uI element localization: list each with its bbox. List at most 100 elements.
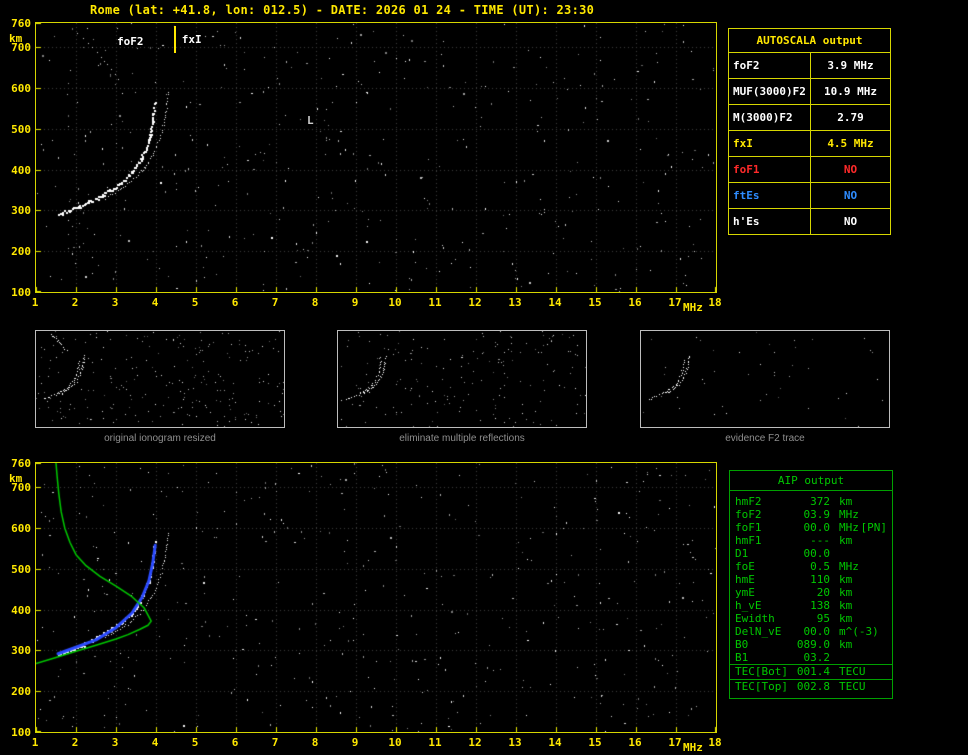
param-name: h'Es bbox=[729, 209, 811, 234]
y-axis-unit-label: km bbox=[9, 472, 23, 485]
aip-value: 03.2 bbox=[803, 651, 831, 664]
panel-original-canvas bbox=[36, 331, 284, 427]
panel-caption: original ionogram resized bbox=[104, 433, 216, 444]
aip-value: 138 bbox=[810, 599, 830, 612]
aip-unit: km bbox=[839, 586, 853, 599]
aip-param: hmF1 bbox=[735, 534, 762, 547]
table-row: DelN_vE 00.0 m^(-3) bbox=[730, 625, 892, 638]
table-row: Ewidth 95 km bbox=[730, 612, 892, 625]
x-tick-label: 10 bbox=[388, 296, 402, 309]
param-name: fxI bbox=[729, 131, 811, 156]
aip-param: foE bbox=[735, 560, 755, 573]
panel-caption: eliminate multiple reflections bbox=[399, 433, 525, 444]
aip-unit: TECU bbox=[839, 680, 866, 693]
x-tick-label: 2 bbox=[71, 296, 79, 309]
aip-param: D1 bbox=[735, 547, 749, 560]
x-tick-label: 5 bbox=[191, 296, 199, 309]
table-row: hmE 110 km bbox=[730, 573, 892, 586]
param-value: 2.79 bbox=[837, 111, 864, 124]
aip-value: 20 bbox=[816, 586, 830, 599]
x-tick-label: 1 bbox=[31, 736, 39, 749]
panel-evidence-canvas bbox=[641, 331, 889, 427]
table-row: M(3000)F2 2.79 bbox=[729, 105, 890, 131]
x-tick-label: 9 bbox=[351, 296, 359, 309]
aip-unit: km bbox=[839, 612, 853, 625]
table-row: fxI 4.5 MHz bbox=[729, 131, 890, 157]
x-tick-label: 8 bbox=[311, 736, 319, 749]
top-ionogram-plot bbox=[35, 22, 717, 293]
param-value: 4.5 MHz bbox=[827, 137, 874, 150]
panel-evidence-f2 bbox=[640, 330, 890, 428]
x-tick-label: 6 bbox=[231, 736, 239, 749]
aip-table-title: AIP output bbox=[730, 471, 892, 491]
aip-value: 95 bbox=[816, 612, 830, 625]
table-row: foF2 3.9 MHz bbox=[729, 53, 890, 79]
x-tick-label: 10 bbox=[388, 736, 402, 749]
x-tick-label: 14 bbox=[548, 296, 562, 309]
y-tick-label: 760 bbox=[11, 457, 31, 470]
aip-value: 00.0 bbox=[803, 547, 831, 560]
aip-value: 03.9 bbox=[803, 508, 831, 521]
aip-param: TEC[Bot] bbox=[735, 665, 788, 678]
aip-note: [PN] bbox=[860, 521, 888, 534]
autoscala-table-title: AUTOSCALA output bbox=[729, 29, 890, 53]
aip-param: hmF2 bbox=[735, 495, 762, 508]
param-name: foF1 bbox=[729, 157, 811, 182]
y-tick-label: 760 bbox=[11, 17, 31, 30]
aip-value: 089.0 bbox=[796, 638, 830, 651]
x-tick-label: 11 bbox=[428, 296, 442, 309]
x-tick-label: 15 bbox=[588, 296, 602, 309]
aip-unit: m^(-3) bbox=[839, 625, 879, 638]
y-tick-label: 600 bbox=[11, 82, 31, 96]
x-tick-label: 2 bbox=[71, 736, 79, 749]
x-axis-unit-label: MHz bbox=[683, 301, 703, 314]
page-title: Rome (lat: +41.8, lon: 012.5) - DATE: 20… bbox=[90, 3, 595, 17]
panel-eliminate-reflections bbox=[337, 330, 587, 428]
aip-unit: km bbox=[839, 534, 853, 547]
aip-value: 002.8 bbox=[796, 680, 830, 693]
fxI-marker-line bbox=[174, 26, 176, 53]
table-row: B0 089.0 km bbox=[730, 638, 892, 651]
aip-unit: MHz bbox=[839, 508, 859, 521]
x-tick-label: 12 bbox=[468, 296, 482, 309]
aip-unit: MHz bbox=[839, 560, 859, 573]
table-row: MUF(3000)F2 10.9 MHz bbox=[729, 79, 890, 105]
x-tick-label: 16 bbox=[628, 736, 642, 749]
aip-value: --- bbox=[810, 534, 830, 547]
x-tick-label: 15 bbox=[588, 736, 602, 749]
aip-param: B0 bbox=[735, 638, 749, 651]
y-tick-label: 200 bbox=[11, 245, 31, 259]
table-row: foF1 NO bbox=[729, 157, 890, 183]
y-tick-label: 300 bbox=[11, 204, 31, 218]
aip-unit: km bbox=[839, 495, 853, 508]
param-name: M(3000)F2 bbox=[729, 105, 811, 130]
x-tick-label: 7 bbox=[271, 296, 279, 309]
aip-value: 110 bbox=[810, 573, 830, 586]
x-tick-label: 7 bbox=[271, 736, 279, 749]
table-row: foE 0.5 MHz bbox=[730, 560, 892, 573]
table-row: B1 03.2 bbox=[730, 651, 892, 664]
table-row: ymE 20 km bbox=[730, 586, 892, 599]
aip-param: h_vE bbox=[735, 599, 762, 612]
table-row: TEC[Bot] 001.4 TECU bbox=[730, 664, 892, 679]
aip-param: B1 bbox=[735, 651, 749, 664]
y-tick-label: 500 bbox=[11, 122, 31, 136]
plot-annotation-L: L bbox=[307, 113, 314, 127]
plot-annotation-fxI: fxI bbox=[181, 33, 202, 46]
aip-param: hmE bbox=[735, 573, 755, 586]
aip-unit: km bbox=[839, 573, 853, 586]
y-tick-label: 400 bbox=[11, 603, 31, 617]
table-row: foF2 03.9 MHz bbox=[730, 508, 892, 521]
x-tick-label: 5 bbox=[191, 736, 199, 749]
x-tick-label: 3 bbox=[111, 296, 119, 309]
aip-unit: km bbox=[839, 638, 853, 651]
panel-eliminate-canvas bbox=[338, 331, 586, 427]
y-tick-label: 300 bbox=[11, 644, 31, 658]
param-value: NO bbox=[843, 215, 858, 228]
aip-unit: km bbox=[839, 599, 853, 612]
y-axis-unit-label: km bbox=[9, 32, 23, 45]
param-value: 3.9 MHz bbox=[827, 59, 874, 72]
x-tick-label: 18 bbox=[708, 736, 722, 749]
table-row: hmF2 372 km bbox=[730, 495, 892, 508]
x-tick-label: 11 bbox=[428, 736, 442, 749]
